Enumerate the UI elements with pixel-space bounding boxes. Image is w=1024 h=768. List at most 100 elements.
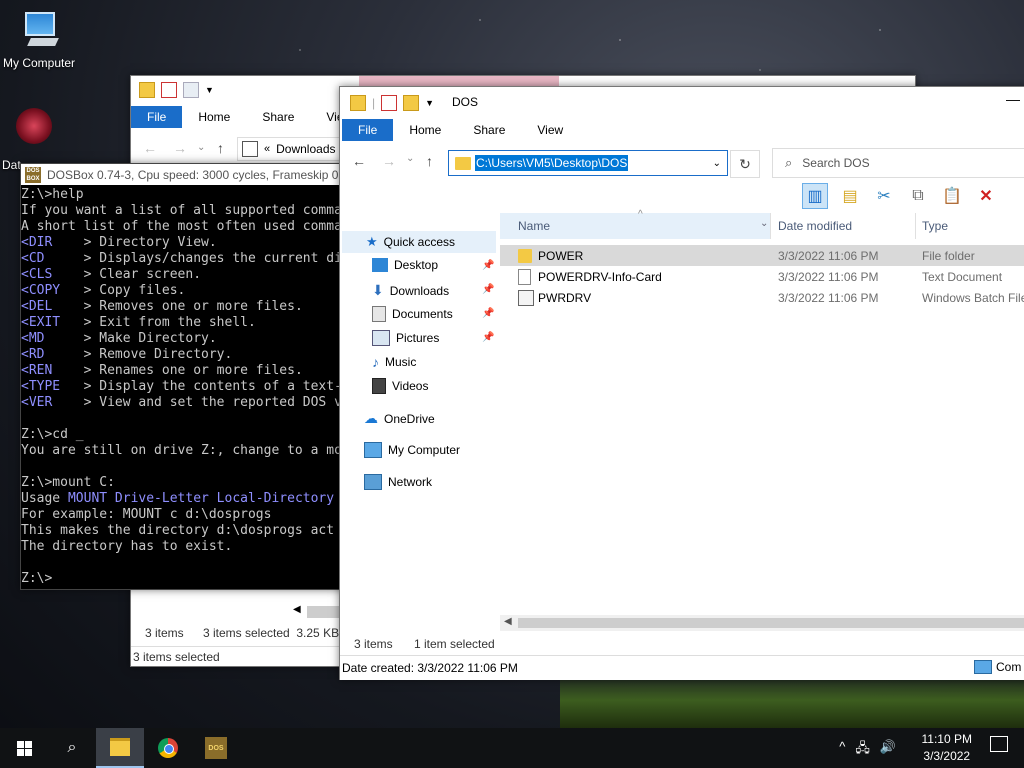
new-folder-icon[interactable] — [183, 82, 199, 98]
taskbar-file-explorer[interactable] — [96, 728, 144, 768]
window-title: DOSBox 0.74-3, Cpu speed: 3000 cycles, F… — [47, 167, 342, 182]
dosbox-icon: DOS — [205, 737, 227, 759]
pin-icon[interactable]: 📌 — [482, 284, 494, 295]
address-bar[interactable]: « Downloads — [237, 137, 353, 161]
chevron-down-icon[interactable]: ▼ — [425, 98, 434, 108]
folder-icon[interactable] — [350, 95, 366, 111]
tab-home[interactable]: Home — [393, 119, 457, 141]
scrollbar-thumb[interactable] — [518, 618, 1024, 628]
minimize-icon[interactable]: — — [1006, 91, 1020, 107]
console-line: The directory has to exist. — [21, 539, 233, 554]
taskbar: ⌕ DOS ^ 🖧 🔊 11:10 PM 3/3/2022 — [0, 728, 1024, 768]
dosbox-window[interactable]: DOS BOX DOSBox 0.74-3, Cpu speed: 3000 cy… — [20, 163, 352, 590]
tab-file[interactable]: File — [342, 119, 394, 141]
nav-item-music[interactable]: ♪ Music — [372, 354, 416, 370]
refresh-icon: ↻ — [739, 155, 751, 172]
search-button[interactable]: ⌕ — [48, 728, 96, 768]
nav-item-onedrive[interactable]: ☁ OneDrive — [364, 410, 435, 427]
status-item-count: 3 items — [145, 626, 184, 640]
tab-view[interactable]: View — [521, 119, 579, 141]
tab-share[interactable]: Share — [246, 106, 310, 128]
taskbar-dosbox[interactable]: DOS — [192, 728, 240, 768]
nav-item-desktop[interactable]: Desktop — [372, 258, 438, 272]
desktop-icon-dat[interactable]: Dat — [0, 108, 60, 172]
console-command-name: <CLS — [21, 267, 68, 282]
folder-icon — [455, 156, 471, 170]
forward-arrow-icon[interactable]: → — [173, 140, 187, 156]
computer-icon — [364, 442, 382, 458]
computer-location[interactable]: Com — [974, 660, 1021, 674]
scroll-left-icon[interactable]: ◀ — [504, 616, 512, 627]
nav-item-pictures[interactable]: Pictures — [372, 330, 439, 346]
scroll-left-icon[interactable]: ◀ — [293, 604, 301, 615]
address-path[interactable]: C:\Users\VM5\Desktop\DOS — [475, 155, 629, 171]
pin-icon[interactable]: 📌 — [482, 332, 494, 343]
file-row[interactable]: POWERDRV-Info-Card 3/3/2022 11:06 PM Tex… — [500, 266, 1024, 287]
column-header-date[interactable]: Date modified — [778, 213, 908, 239]
tab-file[interactable]: File — [131, 106, 183, 128]
new-folder-icon[interactable]: ▤ — [838, 184, 862, 208]
forward-arrow-icon[interactable]: → — [382, 153, 396, 169]
back-arrow-icon[interactable]: ← — [143, 140, 157, 156]
chevron-up-icon[interactable]: ^ — [839, 739, 845, 761]
file-row[interactable]: POWER 3/3/2022 11:06 PM File folder — [500, 245, 1024, 266]
desktop-icon-my-computer[interactable]: My Computer — [0, 8, 78, 70]
column-header-type[interactable]: Type — [922, 213, 1022, 239]
back-arrow-icon[interactable]: ← — [352, 153, 366, 169]
new-folder-icon[interactable] — [403, 95, 420, 111]
console-command-name: <COPY — [21, 283, 68, 298]
dos-console-output[interactable]: Z:\>help If you want a list of all suppor… — [21, 185, 351, 587]
nav-item-downloads[interactable]: ⬇ Downloads — [372, 282, 449, 299]
status-item-count: 3 items — [354, 637, 393, 651]
console-command-name: <REN — [21, 363, 68, 378]
scrollbar-thumb[interactable] — [307, 606, 341, 618]
nav-item-network[interactable]: Network — [364, 474, 432, 490]
volume-icon[interactable]: 🔊 — [880, 739, 896, 761]
checkmark-icon[interactable] — [381, 95, 398, 111]
column-header-name[interactable]: Name — [500, 213, 770, 239]
chevron-down-icon[interactable]: ⌄ — [406, 153, 414, 164]
copy-icon[interactable]: ⧉ — [906, 184, 930, 208]
refresh-button[interactable]: ↻ — [730, 150, 760, 178]
horizontal-scrollbar[interactable]: ◀ — [131, 604, 341, 620]
properties-icon[interactable] — [139, 82, 155, 98]
nav-item-quick-access[interactable]: ★ Quick access — [366, 234, 455, 250]
pin-icon[interactable]: 📌 — [482, 308, 494, 319]
horizontal-scrollbar[interactable]: ◀ — [500, 615, 1024, 631]
sort-ascending-icon: ^ — [638, 209, 643, 220]
taskbar-chrome[interactable] — [144, 728, 192, 768]
explorer-window-dos[interactable]: | ▼ DOS — File Home Share View ← → ⌄ ↑ C… — [339, 86, 1024, 680]
notification-icon[interactable] — [990, 736, 1008, 752]
ribbon-tabs: File Home Share View — [342, 119, 579, 141]
file-row[interactable]: PWRDRV 3/3/2022 11:06 PM Windows Batch F… — [500, 287, 1024, 308]
computer-icon — [974, 660, 992, 674]
chevron-down-icon[interactable]: ⌄ — [197, 142, 205, 153]
up-arrow-icon[interactable]: ↑ — [217, 140, 224, 156]
paste-icon[interactable]: 📋 — [940, 184, 964, 208]
address-bar[interactable]: C:\Users\VM5\Desktop\DOS ⌄ — [448, 150, 728, 176]
checkmark-icon[interactable] — [161, 82, 177, 98]
search-input[interactable]: ⌕ Search DOS — [772, 148, 1024, 178]
dosbox-titlebar[interactable]: DOS BOX DOSBox 0.74-3, Cpu speed: 3000 cy… — [21, 164, 351, 185]
nav-item-videos[interactable]: Videos — [372, 378, 428, 394]
clock[interactable]: 11:10 PM 3/3/2022 — [922, 731, 972, 765]
cut-icon[interactable]: ✂ — [872, 184, 896, 208]
console-line: If you want a list of all supported comm… — [21, 203, 351, 218]
console-line: <REN > Renames one or more files. — [21, 363, 303, 378]
chevron-down-icon[interactable]: ⌄ — [760, 218, 768, 229]
preview-pane-icon[interactable]: ▥ — [802, 183, 828, 209]
nav-item-documents[interactable]: Documents — [372, 306, 453, 322]
delete-icon[interactable]: ✕ — [974, 184, 998, 208]
chevron-down-icon[interactable]: ⌄ — [713, 158, 721, 169]
tab-home[interactable]: Home — [182, 106, 246, 128]
star-icon: ★ — [366, 234, 378, 249]
nav-item-my-computer[interactable]: My Computer — [364, 442, 460, 458]
tab-share[interactable]: Share — [457, 119, 521, 141]
pin-icon[interactable]: 📌 — [482, 260, 494, 271]
network-icon[interactable]: 🖧 — [855, 739, 870, 761]
clock-date: 3/3/2022 — [923, 749, 971, 763]
layout-toolbar: ▥ ▤ ✂ ⧉ 📋 ✕ — [802, 183, 998, 209]
chevron-down-icon[interactable]: ▼ — [205, 85, 214, 95]
start-button[interactable] — [0, 728, 48, 768]
up-arrow-icon[interactable]: ↑ — [426, 153, 433, 169]
